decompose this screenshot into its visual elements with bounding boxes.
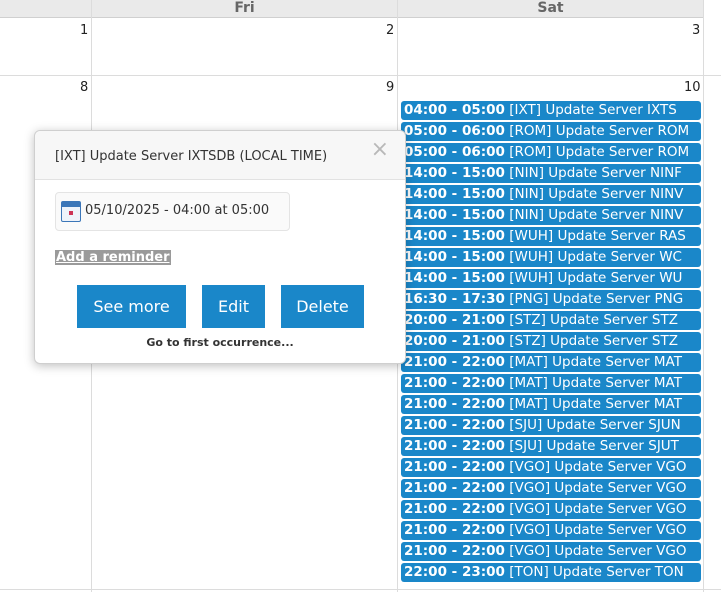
- event-time: 14:00 - 15:00: [404, 186, 505, 202]
- event-time: 21:00 - 22:00: [404, 480, 505, 496]
- event-time: 21:00 - 22:00: [404, 543, 505, 559]
- event-time: 21:00 - 22:00: [404, 417, 505, 433]
- event-time: 21:00 - 22:00: [404, 501, 505, 517]
- event-title: [MAT] Update Server MAT: [509, 375, 682, 391]
- event-title: [MAT] Update Server MAT: [509, 396, 682, 412]
- header-fri: Fri: [92, 0, 397, 18]
- calendar-event[interactable]: 20:00 - 21:00 [STZ] Update Server STZ: [401, 311, 701, 330]
- calendar-event[interactable]: 14:00 - 15:00 [WUH] Update Server RAS: [401, 227, 701, 246]
- calendar-event[interactable]: 21:00 - 22:00 [VGO] Update Server VGO: [401, 479, 701, 498]
- event-title: [VGO] Update Server VGO: [509, 543, 687, 559]
- event-time: 21:00 - 22:00: [404, 396, 505, 412]
- calendar-event[interactable]: 05:00 - 06:00 [ROM] Update Server ROM: [401, 122, 701, 141]
- event-title: [TON] Update Server TON: [509, 564, 684, 580]
- event-title: [SJU] Update Server SJUN: [509, 417, 681, 433]
- event-title: [IXT] Update Server IXTS: [509, 102, 677, 118]
- event-title: [VGO] Update Server VGO: [509, 501, 687, 517]
- event-title: [WUH] Update Server WC: [509, 249, 682, 265]
- calendar-event[interactable]: 14:00 - 15:00 [WUH] Update Server WU: [401, 269, 701, 288]
- event-time: 21:00 - 22:00: [404, 459, 505, 475]
- event-title: [VGO] Update Server VGO: [509, 459, 687, 475]
- day-number[interactable]: 1: [80, 23, 88, 38]
- event-time: 21:00 - 22:00: [404, 522, 505, 538]
- event-title: [ROM] Update Server ROM: [509, 123, 690, 139]
- see-more-button[interactable]: See more: [77, 285, 186, 328]
- event-time: 22:00 - 23:00: [404, 564, 505, 580]
- day-number[interactable]: 10: [684, 80, 701, 95]
- calendar-event[interactable]: 22:00 - 23:00 [TON] Update Server TON: [401, 563, 701, 582]
- event-time: 14:00 - 15:00: [404, 165, 505, 181]
- header-sat: Sat: [398, 0, 703, 18]
- event-title: [STZ] Update Server STZ: [509, 333, 678, 349]
- calendar-event[interactable]: 20:00 - 21:00 [STZ] Update Server STZ: [401, 332, 701, 351]
- header-blank: [0, 0, 91, 18]
- delete-button[interactable]: Delete: [281, 285, 364, 328]
- event-title: [MAT] Update Server MAT: [509, 354, 682, 370]
- calendar-event[interactable]: 21:00 - 22:00 [SJU] Update Server SJUN: [401, 416, 701, 435]
- calendar-event[interactable]: 16:30 - 17:30 [PNG] Update Server PNG: [401, 290, 701, 309]
- add-reminder-link[interactable]: Add a reminder: [55, 250, 171, 265]
- event-time: 05:00 - 06:00: [404, 144, 505, 160]
- column-divider: [703, 0, 704, 592]
- day-number[interactable]: 3: [692, 23, 700, 38]
- event-time: 14:00 - 15:00: [404, 207, 505, 223]
- event-title: [NIN] Update Server NINV: [509, 186, 684, 202]
- event-title: [NIN] Update Server NINF: [509, 165, 682, 181]
- calendar-event[interactable]: 21:00 - 22:00 [MAT] Update Server MAT: [401, 395, 701, 414]
- event-title: [VGO] Update Server VGO: [509, 480, 687, 496]
- event-date-box: 05/10/2025 - 04:00 at 05:00: [55, 192, 290, 231]
- calendar-event[interactable]: 14:00 - 15:00 [NIN] Update Server NINV: [401, 185, 701, 204]
- event-time: 21:00 - 22:00: [404, 375, 505, 391]
- calendar-event[interactable]: 21:00 - 22:00 [MAT] Update Server MAT: [401, 374, 701, 393]
- event-title: [NIN] Update Server NINV: [509, 207, 684, 223]
- event-title: [WUH] Update Server WU: [509, 270, 683, 286]
- event-time: 21:00 - 22:00: [404, 354, 505, 370]
- row-divider: [0, 75, 721, 76]
- event-time: 14:00 - 15:00: [404, 249, 505, 265]
- calendar-event[interactable]: 14:00 - 15:00 [NIN] Update Server NINV: [401, 206, 701, 225]
- calendar-event[interactable]: 21:00 - 22:00 [VGO] Update Server VGO: [401, 500, 701, 519]
- event-time: 20:00 - 21:00: [404, 333, 505, 349]
- calendar-event[interactable]: 21:00 - 22:00 [SJU] Update Server SJUT: [401, 437, 701, 456]
- event-title: [ROM] Update Server ROM: [509, 144, 690, 160]
- day-number[interactable]: 9: [386, 80, 394, 95]
- calendar-icon: [61, 201, 81, 222]
- day-number[interactable]: 8: [80, 80, 88, 95]
- calendar-event[interactable]: 14:00 - 15:00 [WUH] Update Server WC: [401, 248, 701, 267]
- first-occurrence-link[interactable]: Go to first occurrence...: [35, 336, 405, 349]
- calendar-event[interactable]: 21:00 - 22:00 [VGO] Update Server VGO: [401, 458, 701, 477]
- calendar-event[interactable]: 04:00 - 05:00 [IXT] Update Server IXTS: [401, 101, 701, 120]
- calendar-event[interactable]: 21:00 - 22:00 [VGO] Update Server VGO: [401, 521, 701, 540]
- calendar-event[interactable]: 21:00 - 22:00 [VGO] Update Server VGO: [401, 542, 701, 561]
- popup-title: [IXT] Update Server IXTSDB (LOCAL TIME): [55, 149, 328, 164]
- event-title: [WUH] Update Server RAS: [509, 228, 686, 244]
- popup-header: [IXT] Update Server IXTSDB (LOCAL TIME) …: [35, 131, 405, 180]
- row-divider: [0, 589, 721, 590]
- event-date: 05/10/2025 - 04:00 at 05:00: [85, 203, 270, 218]
- event-time: 16:30 - 17:30: [404, 291, 505, 307]
- event-time: 14:00 - 15:00: [404, 228, 505, 244]
- event-time: 21:00 - 22:00: [404, 438, 505, 454]
- event-time: 05:00 - 06:00: [404, 123, 505, 139]
- event-popup: [IXT] Update Server IXTSDB (LOCAL TIME) …: [34, 130, 406, 364]
- event-time: 14:00 - 15:00: [404, 270, 505, 286]
- event-time: 20:00 - 21:00: [404, 312, 505, 328]
- event-title: [VGO] Update Server VGO: [509, 522, 687, 538]
- day-number[interactable]: 2: [386, 23, 394, 38]
- calendar-event[interactable]: 21:00 - 22:00 [MAT] Update Server MAT: [401, 353, 701, 372]
- event-title: [SJU] Update Server SJUT: [509, 438, 679, 454]
- event-time: 04:00 - 05:00: [404, 102, 505, 118]
- event-title: [STZ] Update Server STZ: [509, 312, 678, 328]
- event-list: 04:00 - 05:00 [IXT] Update Server IXTS 0…: [401, 101, 701, 584]
- calendar-event[interactable]: 14:00 - 15:00 [NIN] Update Server NINF: [401, 164, 701, 183]
- calendar-event[interactable]: 05:00 - 06:00 [ROM] Update Server ROM: [401, 143, 701, 162]
- edit-button[interactable]: Edit: [202, 285, 265, 328]
- event-title: [PNG] Update Server PNG: [509, 291, 684, 307]
- close-icon[interactable]: ×: [371, 137, 389, 162]
